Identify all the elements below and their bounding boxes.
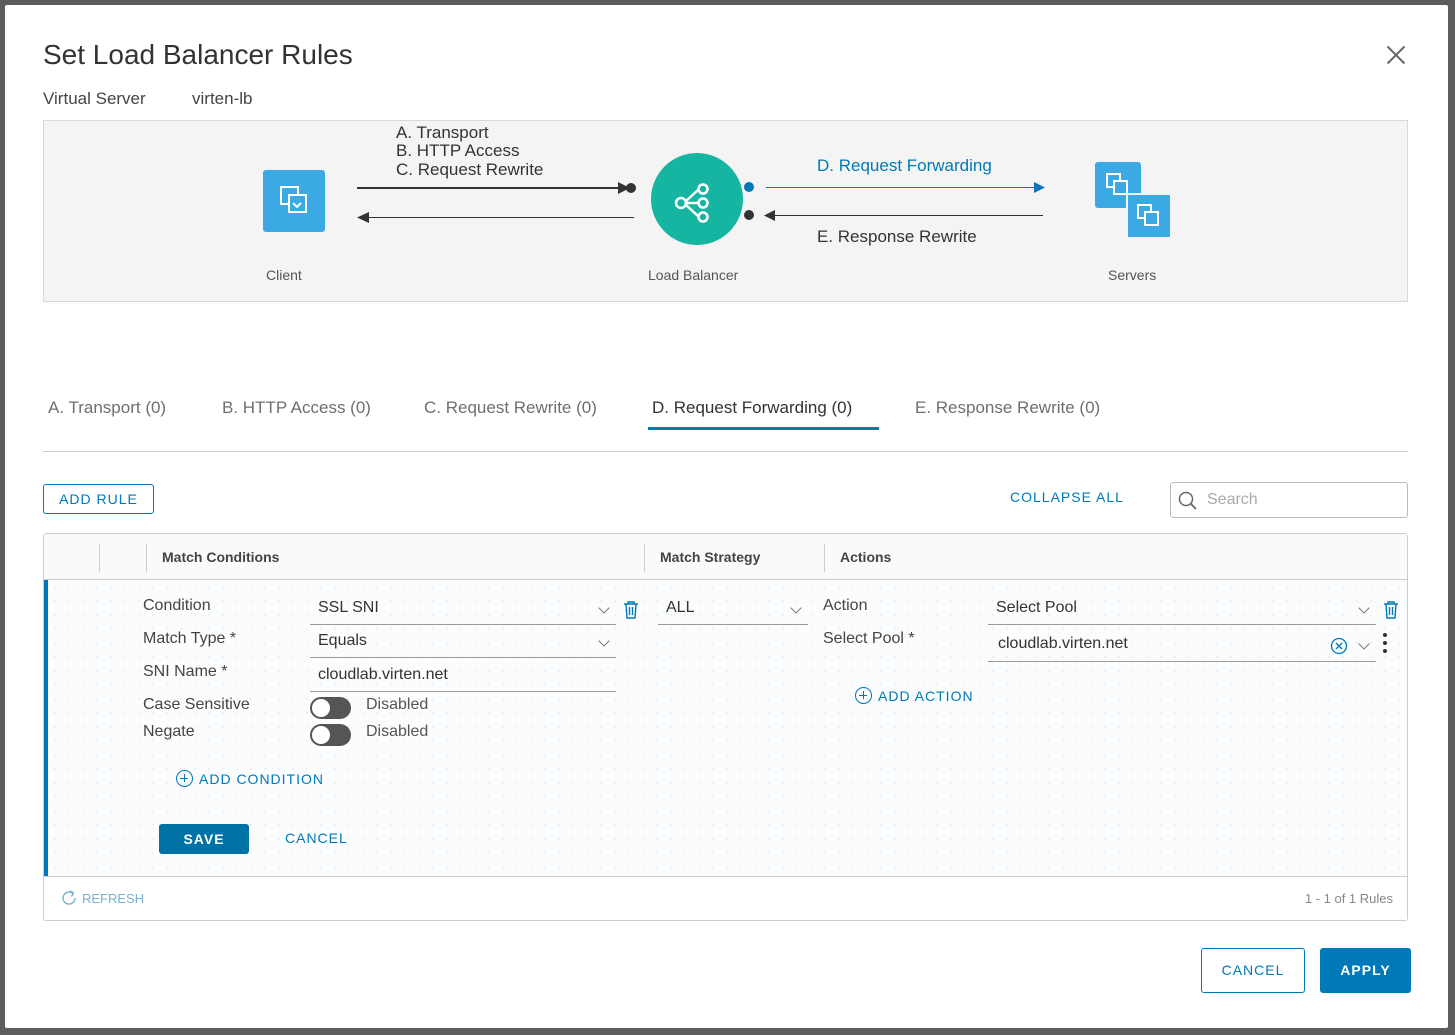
refresh-label: REFRESH bbox=[82, 891, 145, 906]
match-strategy-value: ALL bbox=[666, 599, 695, 616]
tab-http-access[interactable]: B. HTTP Access (0) bbox=[222, 398, 371, 418]
delete-action-icon[interactable] bbox=[1383, 601, 1399, 619]
match-type-select[interactable]: Equals bbox=[310, 628, 616, 658]
chevron-down-icon bbox=[598, 602, 610, 614]
select-pool-value: cloudlab.virten.net bbox=[998, 635, 1128, 652]
virtual-server-value: virten-lb bbox=[192, 89, 253, 108]
select-pool-label: Select Pool * bbox=[823, 630, 915, 647]
load-balancer-icon bbox=[651, 153, 743, 245]
dialog-title: Set Load Balancer Rules bbox=[43, 39, 353, 70]
column-separator bbox=[99, 544, 100, 572]
sni-name-input[interactable]: cloudlab.virten.net bbox=[310, 662, 616, 692]
more-options-icon[interactable] bbox=[1382, 633, 1388, 655]
pagination-text: 1 - 1 of 1 Rules bbox=[1304, 891, 1393, 906]
case-sensitive-label: Case Sensitive bbox=[143, 696, 250, 713]
add-condition-label: ADD CONDITION bbox=[199, 771, 324, 787]
action-label: Action bbox=[823, 597, 868, 614]
action-select[interactable]: Select Pool bbox=[988, 595, 1376, 625]
chevron-down-icon bbox=[1358, 638, 1370, 650]
condition-value: SSL SNI bbox=[318, 599, 379, 616]
action-value: Select Pool bbox=[996, 599, 1077, 616]
server-response-arrow bbox=[774, 215, 1043, 216]
client-icon bbox=[263, 170, 325, 232]
load-balancer-rules-dialog: Set Load Balancer Rules Virtual Server v… bbox=[5, 5, 1448, 1028]
grid-header: Match Conditions Match Strategy Actions bbox=[44, 534, 1407, 580]
response-arrowhead-icon bbox=[357, 212, 369, 223]
lb-in-dot bbox=[626, 183, 636, 193]
phase-e-label: E. Response Rewrite bbox=[817, 227, 977, 246]
response-arrow bbox=[366, 217, 634, 218]
server-icon-secondary bbox=[1126, 193, 1172, 239]
table-row: Condition SSL SNI Match Type * Equals SN… bbox=[44, 580, 1407, 876]
tab-request-forwarding[interactable]: D. Request Forwarding (0) bbox=[652, 398, 852, 418]
column-separator bbox=[644, 544, 645, 572]
apply-button[interactable]: APPLY bbox=[1320, 948, 1411, 993]
tab-response-rewrite[interactable]: E. Response Rewrite (0) bbox=[915, 398, 1100, 418]
lb-out-dot bbox=[744, 182, 754, 192]
collapse-all-button[interactable]: COLLAPSE ALL bbox=[1010, 489, 1124, 505]
column-separator bbox=[824, 544, 825, 572]
close-icon[interactable] bbox=[1383, 43, 1409, 69]
add-circle-icon bbox=[855, 687, 872, 704]
load-balancer-label: Load Balancer bbox=[648, 267, 739, 283]
add-action-button[interactable]: ADD ACTION bbox=[855, 687, 974, 704]
forward-arrowhead-icon bbox=[1034, 182, 1045, 193]
search-box bbox=[1170, 482, 1408, 518]
match-strategy-select[interactable]: ALL bbox=[658, 595, 808, 625]
search-input[interactable] bbox=[1207, 490, 1397, 510]
match-type-label: Match Type * bbox=[143, 630, 237, 647]
active-tab-indicator bbox=[648, 427, 879, 430]
cancel-button[interactable]: CANCEL bbox=[1201, 948, 1305, 993]
tab-transport[interactable]: A. Transport (0) bbox=[48, 398, 166, 418]
sni-name-value: cloudlab.virten.net bbox=[318, 666, 448, 683]
chevron-down-icon bbox=[598, 635, 610, 647]
header-match-strategy: Match Strategy bbox=[660, 549, 761, 565]
lb-return-dot bbox=[744, 210, 754, 220]
add-action-label: ADD ACTION bbox=[878, 688, 974, 704]
server-response-arrowhead-icon bbox=[764, 210, 775, 221]
cancel-rule-button[interactable]: CANCEL bbox=[285, 830, 348, 846]
header-actions: Actions bbox=[840, 549, 892, 565]
refresh-button[interactable]: REFRESH bbox=[60, 889, 144, 907]
search-icon bbox=[1178, 491, 1197, 510]
request-arrow bbox=[357, 187, 622, 189]
grid-footer: REFRESH 1 - 1 of 1 Rules bbox=[44, 876, 1407, 920]
header-match-conditions: Match Conditions bbox=[162, 549, 280, 565]
column-separator bbox=[146, 544, 147, 572]
case-sensitive-toggle[interactable] bbox=[310, 697, 351, 719]
add-rule-button[interactable]: ADD RULE bbox=[43, 484, 154, 514]
add-condition-button[interactable]: ADD CONDITION bbox=[176, 770, 324, 787]
phase-a-label: A. Transport bbox=[396, 123, 489, 142]
clear-icon[interactable] bbox=[1330, 637, 1348, 655]
select-pool-select[interactable]: cloudlab.virten.net bbox=[988, 629, 1376, 662]
forward-arrow bbox=[766, 187, 1044, 188]
client-label: Client bbox=[266, 267, 302, 283]
add-circle-icon bbox=[176, 770, 193, 787]
virtual-server-label: Virtual Server bbox=[43, 89, 146, 108]
delete-condition-icon[interactable] bbox=[623, 601, 639, 619]
condition-select[interactable]: SSL SNI bbox=[310, 595, 616, 625]
negate-status: Disabled bbox=[366, 723, 429, 740]
phase-d-label: D. Request Forwarding bbox=[817, 156, 992, 175]
negate-toggle[interactable] bbox=[310, 724, 351, 746]
negate-label: Negate bbox=[143, 723, 195, 740]
chevron-down-icon bbox=[790, 602, 802, 614]
servers-label: Servers bbox=[1108, 267, 1157, 283]
tab-request-rewrite[interactable]: C. Request Rewrite (0) bbox=[424, 398, 597, 418]
refresh-icon bbox=[62, 890, 76, 905]
case-sensitive-status: Disabled bbox=[366, 696, 429, 713]
sni-name-label: SNI Name * bbox=[143, 663, 228, 680]
rule-phase-tabs: A. Transport (0) B. HTTP Access (0) C. R… bbox=[43, 390, 1408, 452]
phase-b-label: B. HTTP Access bbox=[396, 141, 520, 160]
rules-grid: Match Conditions Match Strategy Actions … bbox=[43, 533, 1408, 921]
condition-label: Condition bbox=[143, 597, 211, 614]
chevron-down-icon bbox=[1358, 602, 1370, 614]
save-button[interactable]: SAVE bbox=[159, 824, 249, 854]
match-type-value: Equals bbox=[318, 632, 367, 649]
flow-diagram: Client A. Transport B. HTTP Access C. Re… bbox=[43, 120, 1408, 302]
phase-c-label: C. Request Rewrite bbox=[396, 160, 544, 179]
